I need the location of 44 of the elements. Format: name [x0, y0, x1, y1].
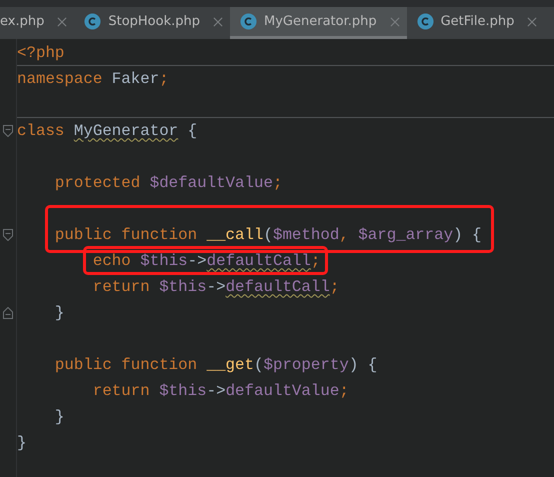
code-token: $this: [140, 252, 188, 270]
code-token: ) {: [348, 356, 378, 374]
code-token: echo: [92, 252, 132, 270]
code-token: Faker: [112, 70, 160, 88]
code-token: class: [17, 122, 66, 140]
code-token: $this: [159, 382, 207, 400]
code-token: }: [17, 434, 26, 452]
code-token: namespace: [17, 70, 104, 88]
code-token: defaultCall: [226, 278, 330, 296]
code-token: ;: [159, 70, 169, 88]
code-token: ,: [339, 226, 350, 244]
code-token: $arg_array: [358, 226, 454, 244]
code-token: ;: [310, 252, 320, 270]
file-tab[interactable]: ex.php: [0, 7, 74, 39]
code-token: __get: [206, 356, 254, 374]
code-token: ;: [339, 382, 349, 400]
file-tab[interactable]: GetFile.php: [406, 7, 544, 39]
code-token: MyGenerator: [74, 122, 178, 140]
code-token: $defaultValue: [150, 174, 273, 192]
code-token: $this: [159, 278, 207, 296]
code-token: public function: [54, 356, 198, 374]
code-token: ) {: [453, 226, 482, 244]
code-token: <?php: [17, 44, 64, 62]
code-token: ;: [330, 278, 340, 296]
code-token: defaultValue: [226, 382, 340, 400]
code-token: ->: [188, 252, 207, 270]
code-token: defaultCall: [206, 252, 311, 270]
code-token: return: [92, 382, 151, 400]
code-token: {: [186, 122, 198, 140]
file-tab[interactable]: MyGenerator.php: [230, 7, 407, 39]
code-token: (: [263, 226, 273, 244]
code-token: ->: [206, 278, 226, 296]
code-token: return: [92, 278, 151, 296]
code-token: $property: [263, 356, 349, 374]
code-token: public function: [54, 226, 198, 244]
file-tab[interactable]: StopHook.php: [74, 7, 230, 39]
code-token: __call: [206, 226, 264, 244]
code-token: (: [254, 356, 264, 374]
code-token: protected: [54, 174, 142, 192]
code-token: }: [54, 304, 64, 322]
code-token: ->: [206, 382, 226, 400]
code-token: $method: [272, 226, 340, 244]
code-token: }: [54, 408, 64, 426]
code-token: ;: [272, 174, 282, 192]
